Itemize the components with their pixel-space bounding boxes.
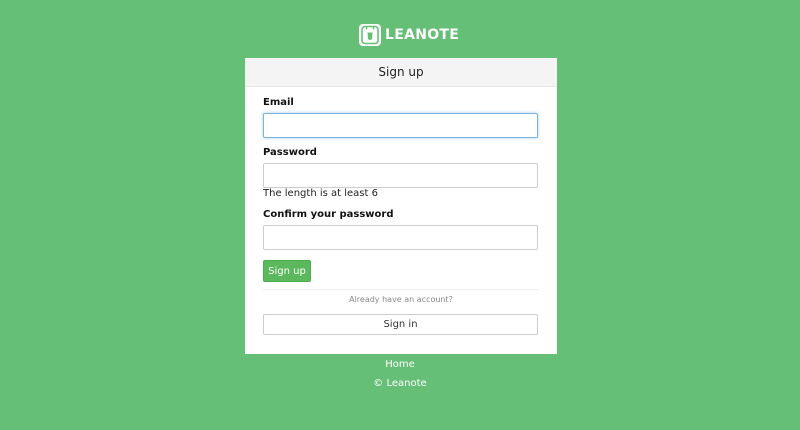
- signin-button[interactable]: Sign in: [263, 314, 538, 335]
- brand-name: LEANOTE: [385, 27, 460, 43]
- email-field[interactable]: [263, 113, 538, 138]
- copyright-label: © Leanote: [373, 378, 427, 389]
- signup-button[interactable]: Sign up: [263, 260, 311, 282]
- already-have-account-text: Already have an account?: [349, 295, 453, 304]
- confirm-password-field[interactable]: [263, 225, 538, 250]
- password-label: Password: [263, 147, 317, 158]
- home-link-label[interactable]: Home: [385, 359, 415, 370]
- password-hint: The length is at least 6: [263, 188, 378, 199]
- signup-card: Sign up Email Password The length is at …: [245, 58, 557, 354]
- email-label: Email: [263, 97, 294, 108]
- divider: [263, 289, 538, 290]
- brand-logo[interactable]: LEANOTE: [359, 24, 459, 46]
- home-link[interactable]: Home: [0, 359, 800, 370]
- password-field[interactable]: [263, 163, 538, 188]
- signup-title: Sign up: [245, 58, 557, 87]
- copyright-text: © Leanote: [0, 378, 800, 389]
- leanote-logo-icon: [359, 24, 381, 46]
- confirm-password-label: Confirm your password: [263, 209, 394, 220]
